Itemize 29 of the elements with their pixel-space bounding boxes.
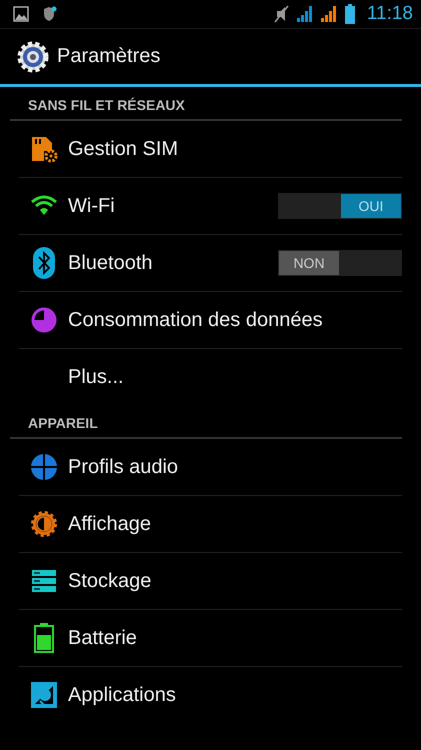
- globe-icon: [30, 453, 58, 481]
- settings-item[interactable]: Applications: [19, 667, 402, 723]
- mute-icon: [272, 5, 289, 23]
- settings-item[interactable]: Gestion SIM: [19, 121, 402, 178]
- storage-icon: [30, 569, 56, 593]
- settings-item[interactable]: Profils audio: [19, 439, 402, 496]
- screen-title: Paramètres: [57, 45, 160, 68]
- sim-card-icon: [30, 135, 58, 163]
- picture-icon: [13, 6, 29, 22]
- battery-icon: [344, 4, 355, 24]
- toggle-switch[interactable]: NON: [278, 250, 402, 276]
- gear-icon: [15, 38, 51, 74]
- settings-item[interactable]: Wi-Fi OUI: [19, 178, 402, 235]
- brightness-icon: [30, 510, 58, 538]
- settings-item[interactable]: Bluetooth NON: [19, 235, 402, 292]
- battery-icon: [34, 623, 54, 653]
- bluetooth-icon: [32, 247, 54, 279]
- settings-item[interactable]: Consommation des données: [19, 292, 402, 349]
- signal-icon: [296, 5, 313, 23]
- shield-icon: [43, 6, 57, 22]
- settings-item[interactable]: Stockage: [19, 553, 402, 610]
- signal-icon: [320, 5, 337, 23]
- settings-item[interactable]: Affichage: [19, 496, 402, 553]
- pie-chart-icon: [30, 306, 58, 334]
- section-header: SANS FIL ET RÉSEAUX: [10, 97, 402, 121]
- settings-item[interactable]: Plus...: [19, 349, 402, 405]
- settings-item[interactable]: Batterie: [19, 610, 402, 667]
- section-header: APPAREIL: [10, 415, 402, 439]
- clock-time: 11:18: [366, 3, 413, 25]
